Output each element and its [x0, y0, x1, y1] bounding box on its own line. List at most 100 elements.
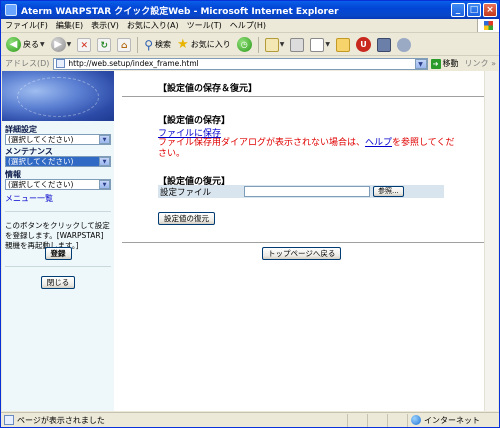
maximize-button[interactable]: □: [467, 3, 481, 17]
printer-icon: [290, 37, 305, 52]
document-edit-icon: [310, 37, 325, 52]
links-label: リンク: [464, 59, 489, 68]
close-window-button[interactable]: ×: [483, 3, 497, 17]
chevron-down-icon: ▼: [99, 157, 110, 166]
globe-icon: [411, 415, 421, 425]
back-button[interactable]: ◀ 戻る ▼: [4, 36, 47, 54]
menu-file[interactable]: ファイル(F): [1, 20, 52, 31]
messenger-icon: U: [355, 37, 371, 52]
restore-button[interactable]: 設定値の復元: [158, 212, 215, 225]
status-cell: [387, 413, 407, 427]
status-bar: ページが表示されました インターネット: [1, 412, 499, 427]
address-dropdown-icon[interactable]: ▼: [414, 58, 427, 69]
search-button[interactable]: ⚲ 検索: [142, 36, 173, 54]
save-warning-text: ファイル保存用ダイアログが表示されない場合は、ヘルプを参照してください。: [158, 138, 458, 160]
edit-button[interactable]: ▼: [308, 36, 332, 54]
browser-window: Aterm WARPSTAR クイック設定Web - Microsoft Int…: [0, 0, 500, 428]
warpstar-logo-banner: [2, 71, 114, 121]
address-input[interactable]: http://web.setup/index_frame.html ▼: [53, 57, 428, 70]
stop-icon: ✕: [77, 37, 92, 52]
close-button[interactable]: 閉じる: [40, 276, 76, 289]
settings-file-row: 設定ファイル 参照...: [158, 185, 444, 198]
detail-settings-label: 詳細設定: [5, 125, 37, 134]
settings-file-label: 設定ファイル: [160, 187, 212, 198]
address-label: アドレス(D): [5, 59, 50, 68]
stop-button[interactable]: ✕: [75, 36, 93, 54]
folder-button[interactable]: [334, 36, 352, 54]
star-icon: ★: [177, 37, 189, 52]
footer-divider: [122, 242, 484, 243]
zone-label: インターネット: [424, 415, 480, 425]
toolbar-separator: [257, 36, 259, 53]
favorites-button[interactable]: ★ お気に入り: [175, 36, 233, 54]
toolbar-separator: [137, 36, 139, 53]
menu-help[interactable]: ヘルプ(H): [226, 20, 270, 31]
forward-arrow-icon: ▶: [50, 37, 66, 52]
left-menu-frame: 詳細設定 (選択してください) ▼ メンテナンス (選択してください) ▼ 情報…: [2, 71, 114, 411]
toolbar: ◀ 戻る ▼ ▶ ▼ ✕ ↻ ⌂ ⚲ 検索 ★ お気に入り ◷ ▼ ▼ U: [1, 34, 499, 56]
close-area: 閉じる: [5, 276, 111, 289]
status-text: ページが表示されました: [17, 415, 105, 425]
maintenance-label: メンテナンス: [5, 147, 53, 156]
home-icon: ⌂: [117, 37, 132, 52]
main-frame: 【設定値の保存＆復元】 【設定値の保存】 ファイルに保存 ファイル保存用ダイアロ…: [122, 71, 498, 411]
history-icon: ◷: [236, 37, 252, 52]
sidebar-divider: [5, 266, 111, 267]
tools-extra-button[interactable]: [395, 36, 413, 54]
home-button[interactable]: ⌂: [115, 36, 133, 54]
browse-button[interactable]: 参照...: [373, 186, 404, 197]
research-button[interactable]: [375, 36, 393, 54]
menu-list-link[interactable]: メニュー一覧: [5, 194, 53, 203]
menu-bar: ファイル(F) 編集(E) 表示(V) お気に入り(A) ツール(T) ヘルプ(…: [1, 19, 499, 33]
status-cell: [347, 413, 367, 427]
print-button[interactable]: [288, 36, 306, 54]
refresh-button[interactable]: ↻: [95, 36, 113, 54]
go-label: 移動: [442, 59, 459, 68]
warning-text-before: ファイル保存用ダイアログが表示されない場合は、: [158, 138, 366, 148]
go-arrow-icon: ➜: [430, 58, 441, 69]
address-url: http://web.setup/index_frame.html: [68, 59, 199, 68]
register-button[interactable]: 登録: [44, 247, 72, 260]
page-title: 【設定値の保存＆復元】: [158, 84, 258, 94]
settings-file-input[interactable]: [244, 186, 370, 197]
save-section-title: 【設定値の保存】: [158, 116, 231, 126]
detail-settings-select[interactable]: (選択してください) ▼: [5, 134, 111, 145]
info-label: 情報: [5, 170, 21, 179]
page-content: 詳細設定 (選択してください) ▼ メンテナンス (選択してください) ▼ 情報…: [2, 71, 498, 411]
links-button[interactable]: リンク »: [462, 58, 499, 69]
back-arrow-icon: ◀: [6, 37, 21, 52]
back-label: 戻る: [23, 40, 39, 49]
maintenance-value: (選択してください): [8, 157, 74, 166]
forward-button[interactable]: ▶ ▼: [49, 36, 74, 54]
vertical-scrollbar[interactable]: [484, 71, 498, 411]
menu-tools[interactable]: ツール(T): [183, 20, 226, 31]
chevron-down-icon: ▼: [279, 41, 285, 48]
ie-app-icon: [5, 4, 17, 16]
menu-favorites[interactable]: お気に入り(A): [123, 20, 183, 31]
minimize-button[interactable]: _: [451, 3, 465, 17]
chevron-right-icon: »: [491, 59, 496, 68]
menu-list-section: メニュー一覧: [5, 193, 111, 204]
history-button[interactable]: ◷: [235, 36, 254, 54]
menu-view[interactable]: 表示(V): [87, 20, 123, 31]
mail-button[interactable]: ▼: [263, 36, 287, 54]
title-bar: Aterm WARPSTAR クイック設定Web - Microsoft Int…: [1, 1, 499, 19]
go-button[interactable]: ➜ 移動: [428, 58, 462, 69]
status-cell: [367, 413, 387, 427]
network-icon: [396, 37, 411, 52]
maintenance-select[interactable]: (選択してください) ▼: [5, 156, 111, 167]
top-page-button[interactable]: トップページへ戻る: [262, 247, 342, 260]
messenger-button[interactable]: U: [354, 36, 373, 54]
help-link[interactable]: ヘルプ: [365, 138, 392, 148]
menu-edit[interactable]: 編集(E): [52, 20, 87, 31]
sidebar-divider: [5, 211, 111, 212]
security-zone: インターネット: [407, 413, 499, 427]
chevron-down-icon: ▼: [99, 135, 110, 144]
info-value: (選択してください): [8, 180, 74, 189]
maintenance-section: メンテナンス (選択してください) ▼: [5, 147, 111, 167]
page-done-icon: [4, 415, 14, 425]
info-select[interactable]: (選択してください) ▼: [5, 179, 111, 190]
chevron-down-icon: ▼: [40, 41, 45, 48]
register-area: 登録: [5, 247, 111, 260]
favorites-label: お気に入り: [190, 40, 231, 49]
